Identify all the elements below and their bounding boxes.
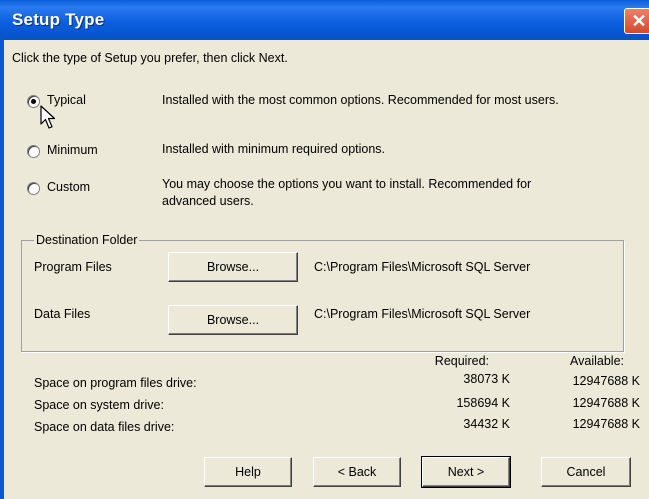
space-row-available: 12947688 K (572, 374, 640, 388)
space-row-label: Space on program files drive: (34, 376, 197, 390)
data-files-path: C:\Program Files\Microsoft SQL Server (314, 307, 531, 321)
next-button[interactable]: Next > (421, 456, 511, 488)
radio-typical[interactable] (27, 95, 40, 108)
window-title: Setup Type (12, 10, 105, 29)
program-files-browse-button[interactable]: Browse... (168, 252, 298, 282)
space-row-available: 12947688 K (572, 417, 640, 431)
program-files-label: Program Files (34, 260, 112, 274)
destination-folder-group (21, 240, 624, 352)
data-files-label: Data Files (34, 307, 91, 321)
option-minimum-label[interactable]: Minimum (47, 143, 98, 157)
available-header: Available: (570, 354, 624, 368)
close-button[interactable]: ✕ (624, 8, 649, 34)
mouse-pointer-icon (40, 105, 56, 129)
option-custom-description-line1: You may choose the options you want to i… (162, 177, 532, 191)
option-custom-label[interactable]: Custom (47, 180, 90, 194)
cancel-button[interactable]: Cancel (541, 457, 631, 487)
space-row-available: 12947688 K (572, 396, 640, 410)
data-files-browse-button[interactable]: Browse... (168, 305, 298, 335)
space-row-required: 38073 K (463, 372, 510, 386)
required-header: Required: (434, 354, 489, 368)
instruction-text: Click the type of Setup you prefer, then… (12, 51, 288, 65)
help-button[interactable]: Help (204, 457, 292, 487)
space-row-required: 34432 K (463, 417, 510, 431)
back-button-label: < Back (337, 465, 377, 479)
title-bar: Setup Type ✕ (0, 0, 649, 40)
radio-selected-dot (31, 99, 36, 104)
next-button-label: Next > (447, 465, 485, 479)
cancel-button-label: Cancel (566, 465, 606, 479)
option-minimum-description: Installed with minimum required options. (162, 142, 386, 156)
close-icon: ✕ (631, 10, 647, 31)
data-files-browse-label: Browse... (206, 313, 260, 327)
space-row-label: Space on data files drive: (34, 420, 175, 434)
option-typical-description: Installed with the most common options. … (162, 93, 559, 107)
help-button-label: Help (235, 465, 261, 479)
option-custom-description-line2: advanced users. (162, 194, 254, 208)
radio-minimum[interactable] (27, 145, 40, 158)
program-files-path: C:\Program Files\Microsoft SQL Server (314, 260, 531, 274)
program-files-browse-label: Browse... (206, 260, 260, 274)
radio-custom[interactable] (27, 182, 40, 195)
space-row-label: Space on system drive: (34, 398, 164, 412)
space-row-required: 158694 K (456, 396, 510, 410)
window-frame (0, 40, 4, 499)
destination-folder-legend: Destination Folder (34, 233, 140, 247)
back-button[interactable]: < Back (313, 457, 401, 487)
